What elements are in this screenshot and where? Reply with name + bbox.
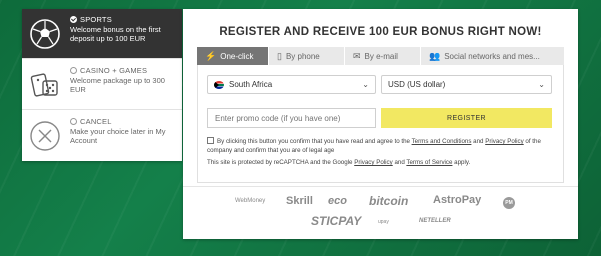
lightning-icon: ⚡ — [205, 50, 217, 61]
payment-logo-astropay: AstroPay — [433, 194, 482, 206]
recaptcha-part3: apply. — [452, 159, 471, 166]
google-terms-of-service-link[interactable]: Terms of Service — [406, 159, 452, 166]
google-privacy-policy-link[interactable]: Privacy Policy — [354, 159, 393, 166]
envelope-icon: ✉ — [353, 50, 361, 61]
tab-by-email-label: By e-mail — [364, 51, 398, 61]
bonus-option-cancel[interactable]: CANCEL Make your choice later in My Acco… — [22, 111, 182, 161]
tab-by-phone-label: By phone — [285, 51, 320, 61]
dice-cards-icon — [28, 68, 62, 102]
tab-one-click[interactable]: ⚡ One-click — [197, 47, 269, 65]
bonus-selection-panel: SPORTS Welcome bonus on the first deposi… — [22, 9, 182, 161]
casino-title: CASINO + GAMES — [80, 66, 148, 75]
recaptcha-notice: This site is protected by reCAPTCHA and … — [207, 159, 557, 166]
promo-code-input[interactable] — [207, 108, 376, 128]
recaptcha-part2: and — [392, 159, 407, 166]
registration-tabs: ⚡ One-click ▯ By phone ✉ By e-mail 👥 Soc… — [197, 47, 564, 65]
country-select[interactable]: South Africa ⌄ — [207, 75, 376, 94]
payment-logo-eco: eco — [328, 195, 347, 207]
payment-logo-upay: upay — [378, 219, 389, 225]
terms-checkbox[interactable] — [207, 137, 214, 144]
tab-social-networks[interactable]: 👥 Social networks and mes... — [421, 47, 564, 65]
bonus-option-casino[interactable]: CASINO + GAMES Welcome package up to 300… — [22, 60, 182, 110]
sports-radio[interactable] — [70, 16, 77, 23]
currency-select[interactable]: USD (US dollar) ⌄ — [381, 75, 552, 94]
privacy-policy-link[interactable]: Privacy Policy — [485, 138, 524, 145]
registration-card: REGISTER AND RECEIVE 100 EUR BONUS RIGHT… — [183, 9, 578, 239]
terms-text: By clicking this button you confirm that… — [207, 137, 557, 155]
payment-logo-sticpay: STICPAY — [311, 214, 362, 228]
cancel-description: Make your choice later in My Account — [70, 127, 166, 145]
payment-logo-webmoney: WebMoney — [235, 198, 266, 204]
phone-icon: ▯ — [277, 50, 282, 61]
currency-value: USD (US dollar) — [388, 80, 446, 89]
payment-logo-neteller: NETELLER — [419, 218, 451, 224]
terms-part1: By clicking this button you confirm that… — [217, 138, 412, 145]
tab-social-networks-label: Social networks and mes... — [444, 51, 540, 61]
sports-description: Welcome bonus on the first deposit up to… — [70, 25, 161, 43]
casino-description: Welcome package up to 300 EUR — [70, 76, 165, 94]
bonus-option-sports[interactable]: SPORTS Welcome bonus on the first deposi… — [22, 9, 182, 59]
soccer-ball-icon — [28, 17, 62, 51]
tab-one-click-label: One-click — [220, 51, 254, 61]
chevron-down-icon: ⌄ — [362, 80, 369, 89]
terms-and-conditions-link[interactable]: Terms and Conditions — [412, 138, 472, 145]
payment-logo-pm: PM — [503, 197, 515, 209]
cancel-title: CANCEL — [80, 117, 112, 126]
cancel-x-icon — [28, 119, 62, 153]
people-icon: 👥 — [429, 50, 441, 61]
payment-logo-bitcoin: bitcoin — [369, 194, 409, 208]
registration-form: South Africa ⌄ USD (US dollar) ⌄ REGISTE… — [197, 65, 564, 183]
tab-by-email[interactable]: ✉ By e-mail — [345, 47, 421, 65]
country-value: South Africa — [229, 80, 273, 89]
recaptcha-part1: This site is protected by reCAPTCHA and … — [207, 159, 355, 166]
register-button[interactable]: REGISTER — [381, 108, 552, 128]
cancel-radio[interactable] — [70, 118, 77, 125]
sports-title: SPORTS — [80, 15, 112, 24]
divider — [183, 186, 578, 187]
chevron-down-icon: ⌄ — [538, 80, 545, 89]
terms-part2: and — [471, 138, 486, 145]
registration-title: REGISTER AND RECEIVE 100 EUR BONUS RIGHT… — [219, 26, 542, 38]
south-africa-flag-icon — [214, 80, 224, 89]
casino-radio[interactable] — [70, 67, 77, 74]
tab-by-phone[interactable]: ▯ By phone — [269, 47, 345, 65]
payment-logo-skrill: Skrill — [286, 195, 313, 207]
